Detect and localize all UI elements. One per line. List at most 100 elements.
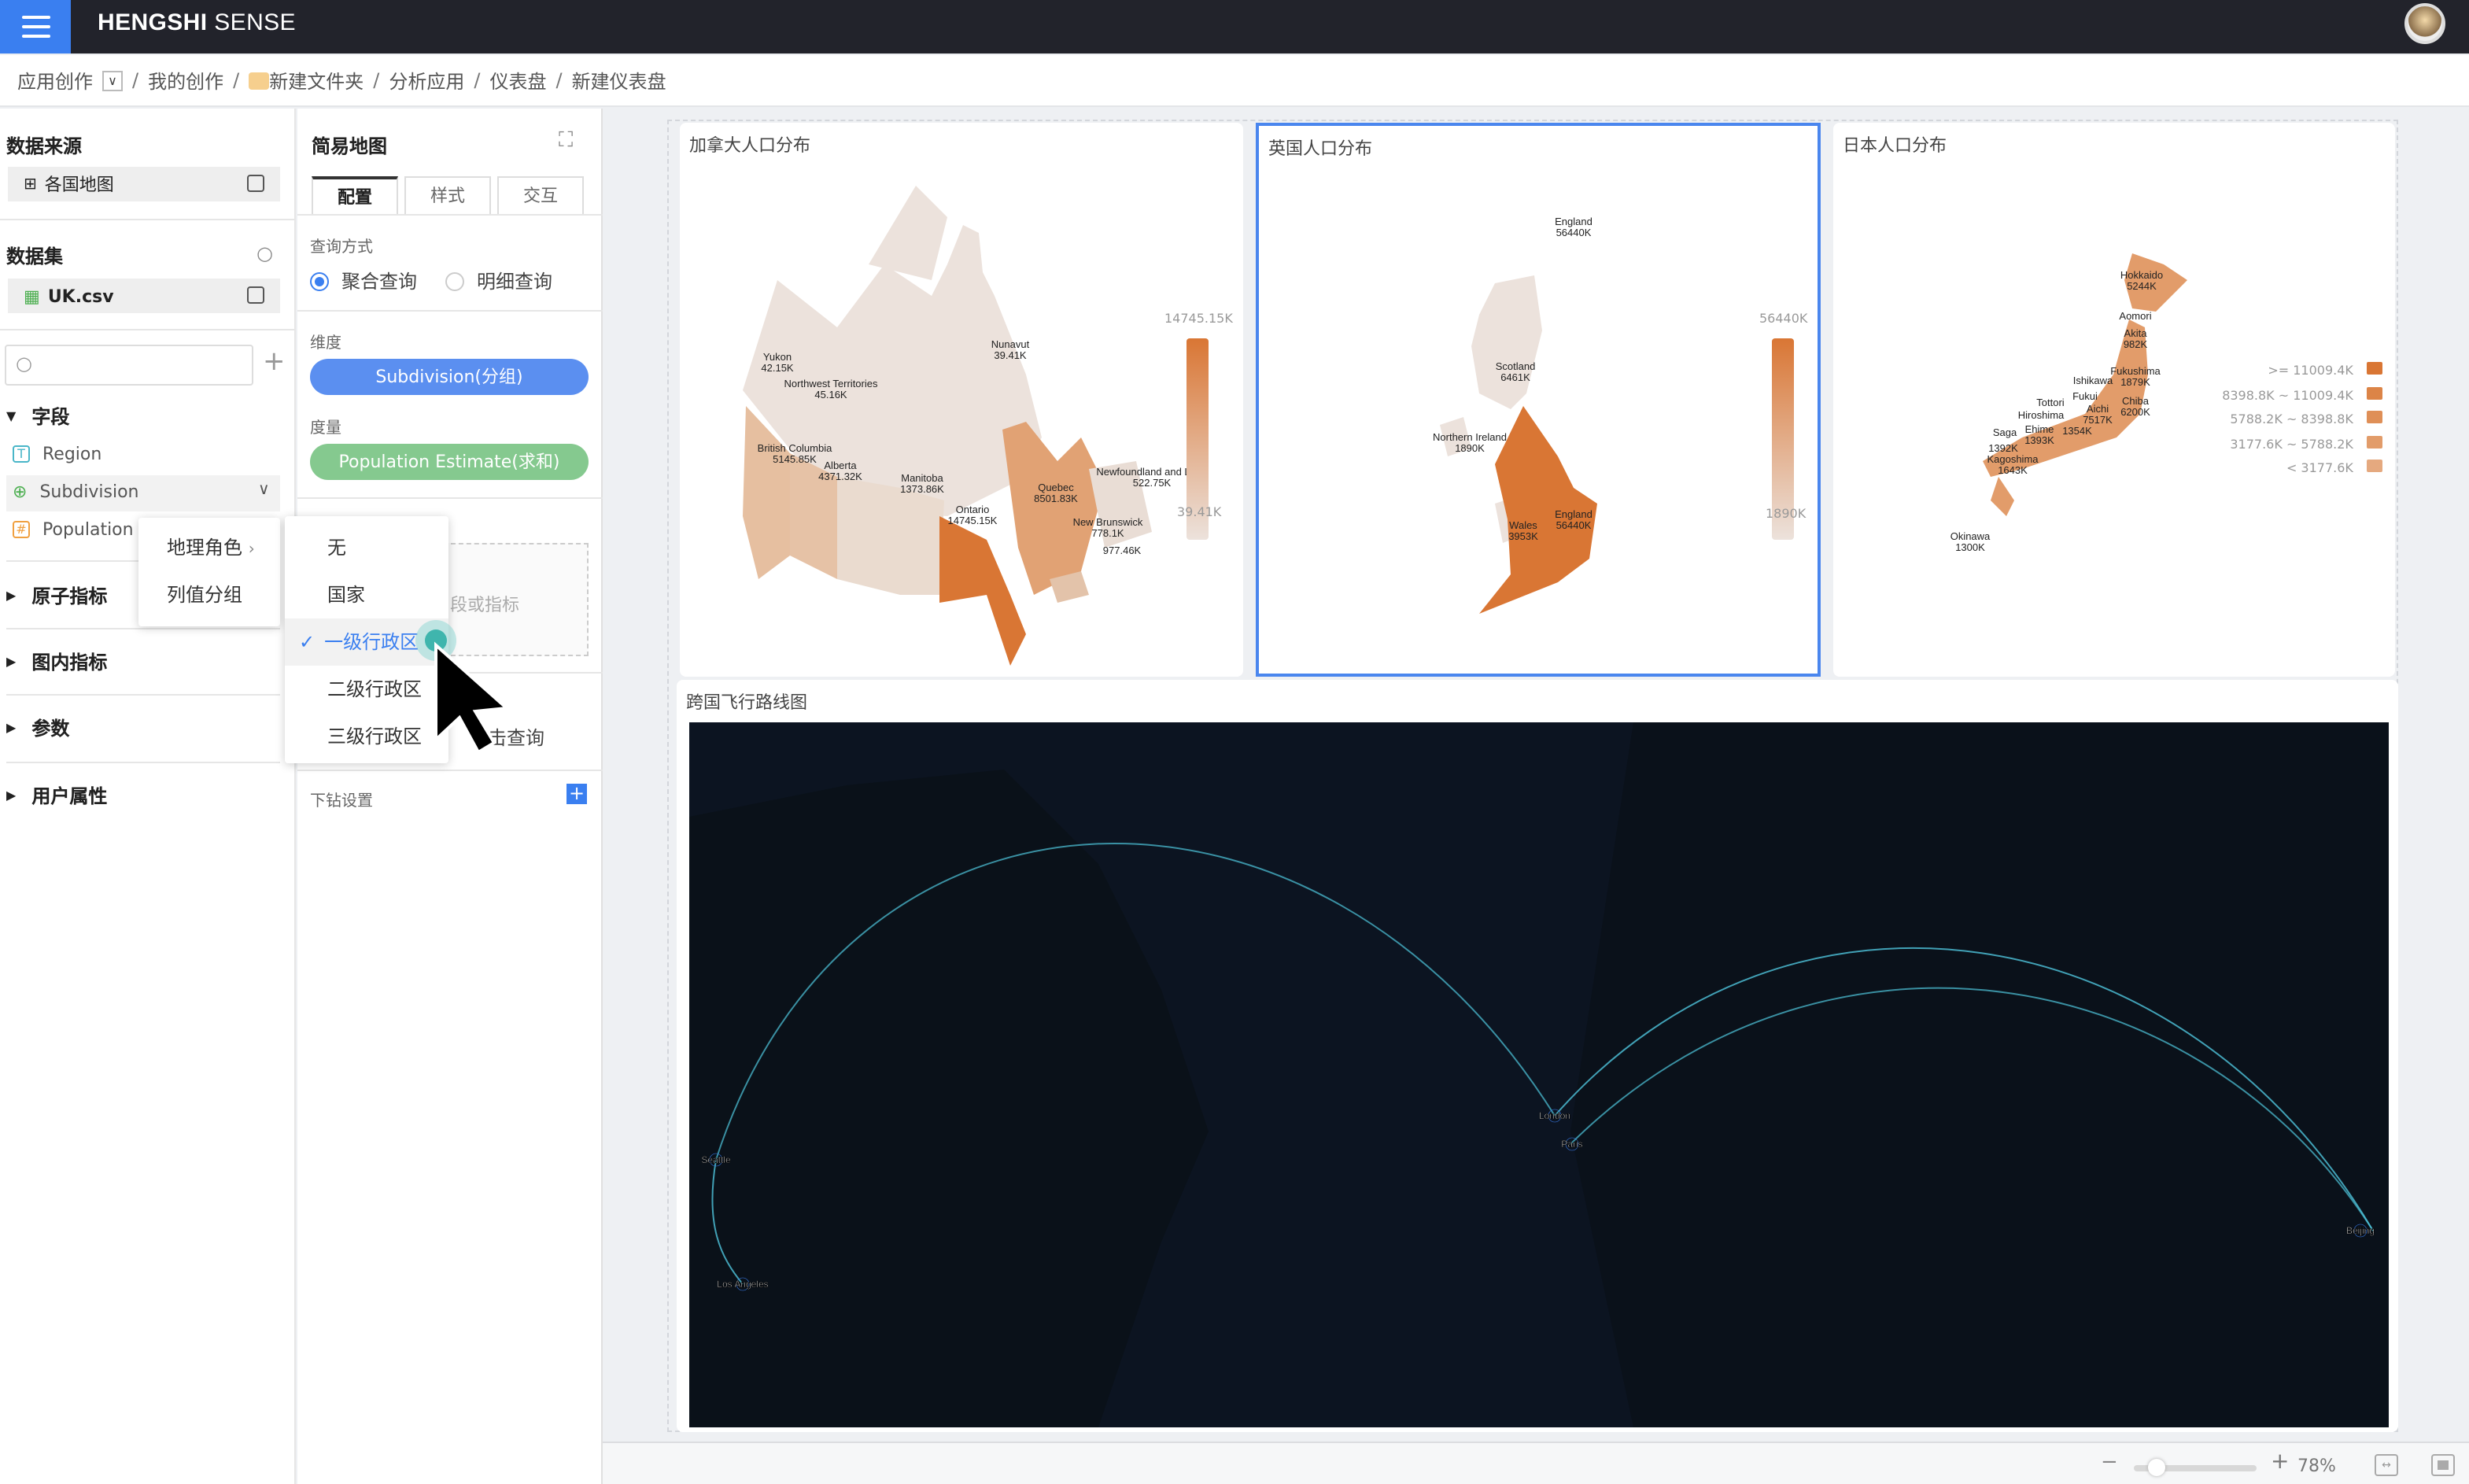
breadcrumb-item: 新建仪表盘 <box>571 70 666 92</box>
region-value: 1890K <box>1455 442 1485 454</box>
brand-logo: HENGSHI SENSE <box>98 9 296 36</box>
region-value: 778.1K <box>1091 527 1124 539</box>
svg-text:Hiroshima: Hiroshima <box>2018 409 2065 421</box>
legend-item[interactable]: 3177.6K ~ 5788.2K <box>2222 432 2382 456</box>
switch-icon[interactable] <box>247 286 264 304</box>
chevron-right-icon: › <box>248 541 255 559</box>
tab-config[interactable]: 配置 <box>312 176 398 214</box>
hamburger-menu-icon[interactable] <box>0 0 71 54</box>
region-value: 977.46K <box>1103 545 1142 556</box>
tab-style[interactable]: 样式 <box>404 176 491 214</box>
legend-item[interactable]: < 3177.6K <box>2222 456 2382 481</box>
radio-detail[interactable] <box>445 271 465 290</box>
uk-map-card[interactable]: 英国人口分布 England 56440K Scotland 6461K North… <box>1256 123 1821 677</box>
legend-max: 14745.15K <box>1164 312 1233 326</box>
measure-pill[interactable]: Population Estimate(求和) <box>310 444 589 480</box>
region-label: Nunavut <box>991 338 1030 350</box>
avatar[interactable] <box>2404 3 2445 44</box>
region-label: New Brunswick <box>1073 516 1143 528</box>
section-atomic-metrics[interactable]: ▶ 原子指标 <box>6 582 107 609</box>
menu-item-geo-role[interactable]: 地理角色 › <box>167 524 280 571</box>
svg-text:Hokkaido: Hokkaido <box>2120 269 2163 281</box>
switch-icon[interactable] <box>247 175 264 192</box>
zoom-bar: − + 78% ↔ <box>603 1442 2469 1484</box>
legend-item[interactable]: 8398.8K ~ 11009.4K <box>2222 383 2382 408</box>
flight-map-card[interactable]: 跨国飞行路线图 Seattle Los Angeles London Paris… <box>677 680 2398 1432</box>
dimension-label: 维度 <box>310 335 341 353</box>
config-panel: 简易地图 ⛶ 配置 样式 交互 查询方式 聚合查询 明细查询 维度 Subdiv… <box>297 109 603 1484</box>
datasource-title: 数据来源 <box>6 135 83 157</box>
breadcrumb: 应用创作 ∨ / 我的创作 / 新建文件夹 / 分析应用 / 仪表盘 / 新建仪表盘 <box>0 55 2469 107</box>
table-icon: ▦ <box>24 286 40 306</box>
region-value: 42.15K <box>761 362 794 374</box>
breadcrumb-item[interactable]: 应用创作 <box>17 67 93 94</box>
legend-item[interactable]: >= 11009.4K <box>2222 359 2382 383</box>
region-value: 39.41K <box>994 349 1027 361</box>
svg-text:5244K: 5244K <box>2127 280 2157 292</box>
breadcrumb-item[interactable]: 我的创作 <box>148 67 223 94</box>
section-parameters[interactable]: ▶ 参数 <box>6 714 69 741</box>
section-chart-metrics[interactable]: ▶ 图内指标 <box>6 648 107 675</box>
svg-text:1643K: 1643K <box>1998 464 2028 476</box>
fields-section[interactable]: ▼ 字段 <box>6 403 69 430</box>
breadcrumb-item[interactable]: 仪表盘 <box>490 67 547 94</box>
japan-map-card[interactable]: 日本人口分布 Hokkaido 5244K Aomori Akita 982K Fu… <box>1833 123 2395 677</box>
add-field-icon[interactable]: + <box>263 346 286 378</box>
field-region[interactable]: T Region <box>13 444 101 464</box>
zoom-slider[interactable] <box>2134 1459 2257 1476</box>
region-label: England <box>1555 216 1592 227</box>
data-panel: 数据来源 ⊞ 各国地图 数据集 ○ ▦ UK.csv ○ + ▼ 字段 T Region… <box>0 109 296 1484</box>
legend-item[interactable]: 5788.2K ~ 8398.8K <box>2222 408 2382 432</box>
dataset-item[interactable]: ▦ UK.csv <box>8 279 280 313</box>
canada-map-card[interactable]: 加拿大人口分布 Yukon 42.15K Northwest Territorie… <box>680 123 1243 677</box>
region-value: 6461K <box>1500 371 1530 383</box>
field-population[interactable]: # Population E <box>13 519 150 540</box>
region-label: Northern Ireland <box>1433 431 1507 443</box>
breadcrumb-item[interactable]: 分析应用 <box>389 67 464 94</box>
region-label: Wales <box>1509 519 1537 531</box>
chevron-down-icon[interactable]: ∨ <box>258 482 270 499</box>
uk-labels: England56440K Scotland6461K Northern Ire… <box>1433 216 1592 542</box>
svg-text:Aichi: Aichi <box>2087 403 2109 415</box>
fit-width-icon[interactable]: ↔ <box>2375 1454 2398 1476</box>
svg-text:1300K: 1300K <box>1955 541 1985 553</box>
add-drill-button[interactable]: + <box>567 784 587 804</box>
region-value: 4371.32K <box>818 471 862 482</box>
radio-aggregate-label[interactable]: 聚合查询 <box>341 268 417 294</box>
datasource-item[interactable]: ⊞ 各国地图 <box>8 167 280 201</box>
card-title: 跨国飞行路线图 <box>686 692 807 713</box>
caret-right-icon: ▶ <box>6 721 17 735</box>
radio-detail-label[interactable]: 明细查询 <box>477 268 552 294</box>
flight-map[interactable]: Seattle Los Angeles London Paris Beijing <box>689 722 2389 1427</box>
caret-down-icon: ▼ <box>6 409 17 423</box>
region-value: 1373.86K <box>900 483 944 495</box>
tab-interaction[interactable]: 交互 <box>497 176 584 214</box>
region-label: Manitoba <box>901 472 943 484</box>
chevron-down-icon[interactable]: ∨ <box>102 70 124 90</box>
search-icon[interactable]: ○ <box>256 242 273 264</box>
city-label: London <box>1539 1110 1570 1121</box>
menu-item-country[interactable]: 国家 <box>285 571 448 618</box>
search-icon: ○ <box>16 353 32 375</box>
region-value: 5145.85K <box>773 453 817 465</box>
section-user-attributes[interactable]: ▶ 用户属性 <box>6 782 107 809</box>
svg-text:Aomori: Aomori <box>2119 310 2151 322</box>
fullscreen-icon[interactable] <box>2431 1454 2455 1476</box>
radio-aggregate[interactable] <box>310 271 329 290</box>
grid-icon: ⊞ <box>24 175 37 193</box>
breadcrumb-item[interactable]: 新建文件夹 <box>269 70 364 92</box>
zoom-level: 78% <box>2297 1456 2336 1476</box>
menu-item-value-group[interactable]: 列值分组 <box>167 571 280 618</box>
zoom-in-icon[interactable]: + <box>2271 1449 2289 1475</box>
field-search-input[interactable]: ○ <box>5 345 253 386</box>
region-value: 8501.83K <box>1034 493 1078 504</box>
menu-item-none[interactable]: 无 <box>285 524 448 571</box>
dimension-pill[interactable]: Subdivision(分组) <box>310 359 589 395</box>
map-icon[interactable]: ⛶ <box>559 129 573 153</box>
region-value: 522.75K <box>1133 477 1172 489</box>
field-subdivision[interactable]: ⊕ Subdivision <box>13 482 139 502</box>
zoom-out-icon[interactable]: − <box>2101 1451 2118 1475</box>
region-label: Yukon <box>763 351 792 363</box>
svg-text:Fukushima: Fukushima <box>2110 365 2161 377</box>
svg-text:Ehime: Ehime <box>2025 423 2054 435</box>
